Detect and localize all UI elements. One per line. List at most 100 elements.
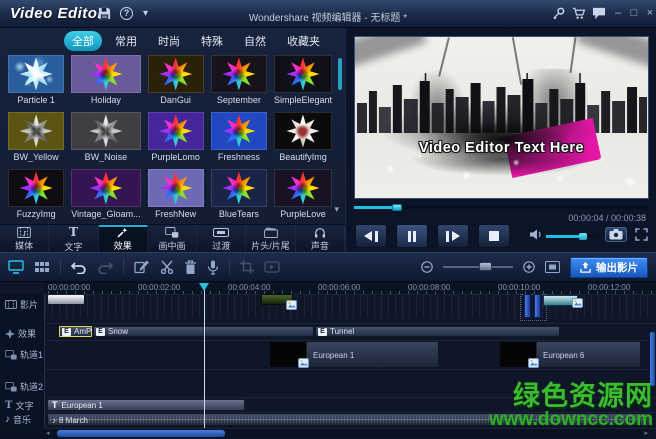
help-icon[interactable]: ? [120,7,133,20]
volume-slider[interactable] [546,235,598,238]
flower-thumbnail [89,58,122,91]
tab-common[interactable]: 常用 [107,31,145,51]
pip-icon [164,227,180,238]
scroll-left-arrow[interactable]: ◂ [46,429,50,438]
library-scroll-hint-icon[interactable]: ▾ [334,204,339,215]
effect-item[interactable]: September [211,55,267,105]
effect-item[interactable]: Freshness [211,112,267,162]
timeline-vscrollbar[interactable] [650,296,655,428]
category-text[interactable]: T 文字 [49,225,98,252]
tab-fashion[interactable]: 时尚 [150,31,188,51]
category-transition[interactable]: 过渡 [197,225,246,252]
tab-favorites[interactable]: 收藏夹 [279,31,328,51]
tab-all[interactable]: 全部 [64,31,102,51]
category-label: 画中画 [158,239,185,252]
snapshot-button[interactable] [605,227,627,242]
effect-item[interactable]: BW_Yellow [8,112,64,162]
effect-item[interactable]: DanGui [148,55,204,105]
category-label: 效果 [114,239,132,252]
track-header-column: 影片 效果 轨道1 轨道2 T 文字 ♪ 音乐 [0,294,45,428]
timeline-hscrollbar[interactable]: ◂ ▸ [45,429,649,438]
effect-clip[interactable]: E Snow [93,326,314,337]
video-clip[interactable] [534,294,541,318]
preview-seek-bar[interactable] [354,206,649,209]
effects-category-tabs: 全部 常用 时尚 特殊 自然 收藏夹 [64,31,328,51]
category-sound[interactable]: 声音 [296,225,345,252]
menu-chevron-icon[interactable]: ▾ [143,8,148,19]
delete-button[interactable] [184,260,197,274]
category-intro-credit[interactable]: 片头/片尾 [246,225,295,252]
track-header-track2: 轨道2 [5,380,43,393]
category-effects[interactable]: 效果 [99,225,148,252]
timeline-view-button[interactable] [8,260,24,274]
cart-icon[interactable] [572,7,586,20]
text-clip[interactable]: T European 1 [47,399,245,411]
record-voiceover-button[interactable] [207,260,219,275]
effect-item[interactable]: FreshNew [148,169,204,219]
hscroll-thumb[interactable] [57,430,225,437]
save-icon[interactable] [98,7,111,20]
tab-nature[interactable]: 自然 [236,31,274,51]
video-clip[interactable] [261,294,293,305]
close-button[interactable]: × [643,6,656,20]
crop-button[interactable] [240,260,254,274]
volume-handle[interactable] [579,233,587,240]
video-clip[interactable] [48,295,84,304]
pause-button[interactable] [396,224,428,248]
next-frame-button[interactable] [437,224,469,248]
effect-clip[interactable]: E Tunnel [315,326,560,337]
split-scissors-button[interactable] [160,260,174,274]
zoom-out-icon[interactable] [421,261,433,273]
fit-timeline-icon[interactable] [545,261,560,273]
scroll-right-arrow[interactable]: ▸ [644,429,648,438]
zoom-slider-handle[interactable] [479,262,492,271]
export-movie-button[interactable]: 输出影片 [570,257,648,278]
effect-clip-name: Tunnel [330,327,354,336]
tab-special[interactable]: 特殊 [193,31,231,51]
vscroll-thumb[interactable] [650,332,655,386]
music-note-icon: ♪ [52,416,56,425]
timeline-zoom-slider[interactable] [443,266,513,268]
feedback-chat-icon[interactable] [592,7,606,20]
edit-clip-button[interactable] [134,260,150,274]
pip-clip[interactable]: European 1 [269,341,439,368]
storyboard-view-button[interactable] [34,260,50,274]
register-key-icon[interactable] [552,7,565,20]
fullscreen-button[interactable] [635,228,648,241]
pip-clip[interactable]: European 6 [499,341,641,368]
track-label: 轨道2 [20,380,43,393]
text-track-icon: T [5,400,12,411]
undo-button[interactable] [71,260,87,274]
category-pip[interactable]: 画中画 [148,225,197,252]
effect-item[interactable]: BeautifyImg [274,112,332,162]
effect-item[interactable]: Particle 1 [8,55,64,105]
video-clip[interactable] [524,294,531,318]
redo-button[interactable] [97,260,113,274]
preview-overlay-text: Video Editor Text Here [355,140,648,156]
effect-item[interactable]: FuzzyImg [8,169,64,219]
effect-item[interactable]: Vintage_Gloam... [71,169,140,219]
playback-speed-button[interactable] [264,261,280,273]
maximize-button[interactable]: □ [627,6,641,20]
timeline: 00:00:00:00 00:00:02:00 00:00:04:00 00:0… [0,282,656,439]
ruler-label: 00:00:04:00 [228,283,270,292]
stop-button[interactable] [478,224,510,248]
music-clip[interactable]: ♪ 8 March [47,413,650,426]
effect-item[interactable]: Holiday [71,55,140,105]
library-scrollbar[interactable] [338,58,342,90]
category-media[interactable]: 媒体 [0,225,49,252]
previous-frame-button[interactable] [355,224,387,248]
effect-item[interactable]: SimpleElegant [274,55,332,105]
effect-item[interactable]: BW_Noise [71,112,140,162]
video-clip[interactable] [543,295,578,306]
seek-handle[interactable] [392,204,402,211]
zoom-in-icon[interactable] [523,261,535,273]
minimize-button[interactable]: – [611,6,625,20]
transition-icon [213,227,229,238]
volume-icon[interactable] [530,229,543,240]
playhead-handle[interactable] [199,283,209,291]
effect-item[interactable]: PurpleLomo [148,112,204,162]
effect-clip[interactable]: E AmPl... [59,326,92,337]
effect-item[interactable]: BlueTears [211,169,267,219]
effect-item[interactable]: PurpleLove [274,169,332,219]
